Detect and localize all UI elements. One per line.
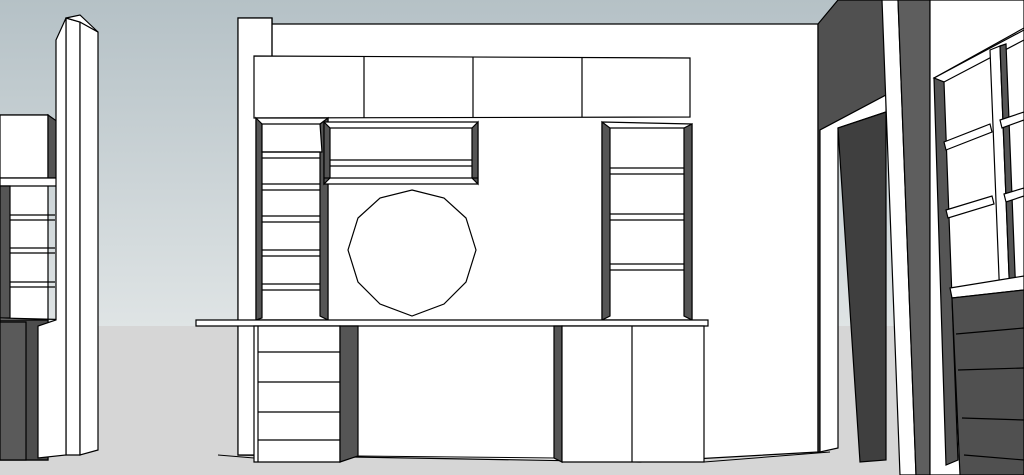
right-shelf-column	[601, 120, 693, 321]
left-drawer-cabinet	[253, 325, 359, 463]
right-wall-doorway	[817, 0, 931, 475]
3d-model-viewport[interactable]	[0, 0, 1024, 475]
right-shelving-unit	[929, 0, 1024, 475]
desk-top	[195, 319, 709, 327]
upper-cabinets	[253, 55, 691, 119]
left-shelf-column	[255, 116, 329, 321]
right-door-cabinet	[553, 325, 705, 463]
center-open-shelf	[323, 120, 479, 186]
model-render	[0, 0, 1024, 475]
